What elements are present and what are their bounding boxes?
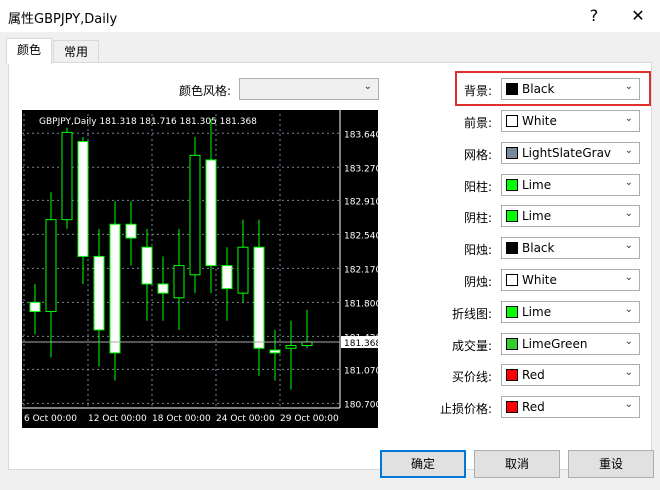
setting-color-select[interactable]: Lime ⌄ xyxy=(501,300,640,323)
candle-body xyxy=(253,246,265,349)
candle-body xyxy=(77,141,89,257)
setting-label: 阳柱: xyxy=(463,179,492,194)
setting-label: 买价线: xyxy=(451,370,492,385)
setting-color-value: Red xyxy=(522,368,545,383)
candle-body xyxy=(189,154,201,276)
chevron-down-icon: ⌄ xyxy=(624,240,633,252)
setting-label: 阴柱: xyxy=(463,211,492,226)
candle-body xyxy=(237,246,249,294)
help-button[interactable]: ? xyxy=(574,4,614,28)
setting-color-value: White xyxy=(522,273,557,287)
candle-body xyxy=(269,349,281,354)
y-tick-label: 182.910 xyxy=(344,197,378,207)
window-title: 属性GBPJPY,Daily xyxy=(8,12,118,27)
reset-button[interactable]: 重设 xyxy=(568,450,654,478)
chevron-down-icon: ⌄ xyxy=(624,144,633,156)
candle-body xyxy=(93,255,105,331)
color-swatch xyxy=(506,242,518,255)
chevron-down-icon: ⌄ xyxy=(624,113,633,124)
color-swatch xyxy=(506,305,518,318)
color-swatch xyxy=(506,178,518,191)
chevron-down-icon: ⌄ xyxy=(363,81,372,92)
y-tick-label: 181.800 xyxy=(344,299,378,309)
title-bar: 属性GBPJPY,Daily ? ✕ xyxy=(0,0,660,32)
chart-header: GBPJPY,Daily 181.318 181.716 181.305 181… xyxy=(39,117,257,127)
color-swatch xyxy=(506,401,518,414)
setting-label: 网格: xyxy=(463,147,492,162)
tab-colors[interactable]: 颜色 xyxy=(6,38,53,64)
setting-color-select[interactable]: LightSlateGrav ⌄ xyxy=(501,141,640,164)
setting-color-select[interactable]: Red ⌄ xyxy=(501,364,640,387)
chevron-down-icon: ⌄ xyxy=(624,399,633,411)
color-swatch xyxy=(506,210,518,223)
tab-common[interactable]: 常用 xyxy=(53,40,100,63)
color-swatch xyxy=(506,115,518,127)
y-tick-label: 183.270 xyxy=(344,164,378,174)
x-tick-label: 24 Oct 00:00 xyxy=(216,414,275,424)
setting-color-value: Lime xyxy=(522,304,552,319)
setting-color-select[interactable]: White ⌄ xyxy=(501,110,640,132)
candle-body xyxy=(157,283,169,294)
candle-body xyxy=(205,159,217,267)
x-tick-label: 12 Oct 00:00 xyxy=(88,414,147,424)
setting-color-select[interactable]: LimeGreen ⌄ xyxy=(501,332,640,355)
setting-color-value: Black xyxy=(522,241,555,256)
y-tick-label: 181.070 xyxy=(344,366,378,376)
candle-body xyxy=(45,219,57,313)
ok-button[interactable]: 确定 xyxy=(380,450,466,478)
setting-label: 阳烛: xyxy=(463,243,492,258)
color-swatch xyxy=(506,337,518,350)
chevron-down-icon: ⌄ xyxy=(624,176,633,188)
setting-label: 止损价格: xyxy=(439,402,492,417)
color-swatch xyxy=(506,369,518,382)
setting-color-value: White xyxy=(522,114,557,128)
x-tick-label: 29 Oct 00:00 xyxy=(280,414,339,424)
y-tick-label: 182.540 xyxy=(344,231,378,241)
setting-color-value: Red xyxy=(522,400,545,415)
chevron-down-icon: ⌄ xyxy=(624,335,633,347)
y-tick-label: 180.700 xyxy=(344,400,378,410)
background-highlight xyxy=(455,71,651,106)
setting-color-value: LimeGreen xyxy=(522,336,588,351)
setting-color-value: Lime xyxy=(522,177,552,192)
setting-color-select[interactable]: White ⌄ xyxy=(501,269,640,291)
candle-body xyxy=(141,246,153,285)
candle-body xyxy=(285,345,297,349)
setting-color-select[interactable]: Lime ⌄ xyxy=(501,205,640,228)
setting-color-value: LightSlateGrav xyxy=(522,145,612,160)
setting-color-value: Lime xyxy=(522,209,552,224)
candle-body xyxy=(173,265,185,299)
chevron-down-icon: ⌄ xyxy=(624,208,633,220)
y-tick-label: 183.640 xyxy=(344,130,378,140)
y-tick-label: 182.170 xyxy=(344,265,378,275)
close-icon[interactable]: ✕ xyxy=(618,4,658,28)
candle-body xyxy=(125,223,137,239)
candle-body xyxy=(221,265,233,290)
setting-label: 阴烛: xyxy=(463,275,492,289)
chart-preview: 183.640 183.270 182.910 182.540 182.170 181.8… xyxy=(22,110,378,428)
color-swatch xyxy=(506,274,518,286)
setting-label: 前景: xyxy=(463,116,492,130)
current-price-label: 181.368 xyxy=(344,339,378,349)
x-tick-label: 18 Oct 00:00 xyxy=(152,414,211,424)
color-style-label: 颜色风格: xyxy=(179,84,232,98)
setting-label: 折线图: xyxy=(451,306,492,321)
candle-body xyxy=(29,301,41,313)
color-style-select[interactable]: ⌄ xyxy=(239,78,379,100)
chevron-down-icon: ⌄ xyxy=(624,367,633,379)
x-tick-label: 6 Oct 00:00 xyxy=(24,414,77,424)
setting-color-select[interactable]: Red ⌄ xyxy=(501,396,640,419)
cancel-button[interactable]: 取消 xyxy=(474,450,560,478)
color-swatch xyxy=(506,146,518,159)
candle-body xyxy=(61,131,73,221)
chevron-down-icon: ⌄ xyxy=(624,272,633,283)
chevron-down-icon: ⌄ xyxy=(624,303,633,315)
setting-color-select[interactable]: Lime ⌄ xyxy=(501,173,640,196)
setting-label: 成交量: xyxy=(451,338,492,353)
candle-body xyxy=(109,223,121,354)
setting-color-select[interactable]: Black ⌄ xyxy=(501,237,640,260)
